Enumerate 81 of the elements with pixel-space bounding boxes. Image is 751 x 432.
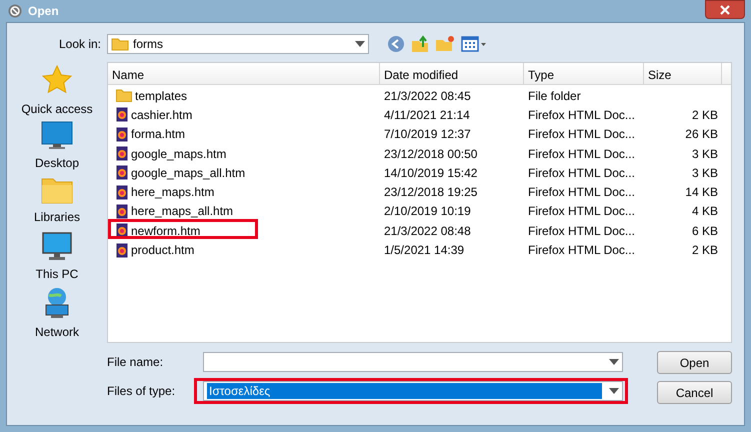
dialog-button[interactable]: Cancel <box>657 381 732 404</box>
type-cell-text: File folder <box>527 88 582 105</box>
file-name[interactable]: forma.htm <box>131 125 186 144</box>
file-icon <box>116 165 128 180</box>
sidebar-label: Desktop <box>34 154 80 172</box>
column-header[interactable]: Type <box>524 63 644 84</box>
new-folder-icon[interactable] <box>435 35 455 53</box>
sidebar-label: Network <box>34 324 79 342</box>
sidebar-item[interactable]: Quick access <box>21 64 93 120</box>
size-cell-text: 6 KB <box>690 222 719 240</box>
file-icon <box>116 126 128 142</box>
up-folder-icon[interactable] <box>411 35 429 53</box>
sidebar-item[interactable]: Desktop <box>34 120 80 176</box>
size-cell-text: 3 KB <box>690 164 719 182</box>
sidebar-label: Quick access <box>21 101 93 118</box>
file-name[interactable]: google_maps_all.htm <box>131 164 246 182</box>
computer-icon <box>41 231 73 262</box>
star-icon <box>40 64 73 96</box>
file-name[interactable]: here_maps.htm <box>131 183 214 202</box>
sidebar-item[interactable]: Libraries <box>34 176 80 232</box>
file-name[interactable]: newform.htm <box>131 222 200 240</box>
sidebar-item[interactable]: Network <box>34 287 79 343</box>
view-menu-icon[interactable] <box>461 36 487 52</box>
file-name-label: File name: <box>107 354 164 371</box>
close-button[interactable] <box>705 0 745 19</box>
column-header[interactable]: Size <box>644 63 722 84</box>
type-cell-text: Firefox HTML Doc... <box>527 222 636 240</box>
sidebar-label: This PC <box>36 266 78 284</box>
back-icon[interactable] <box>387 35 405 53</box>
folder-icon <box>41 176 73 204</box>
type-cell-text: Firefox HTML Doc... <box>527 203 636 220</box>
date-cell-text: 14/10/2019 15:42 <box>383 164 478 182</box>
window-title: Open <box>28 3 59 20</box>
size-cell-text: 3 KB <box>690 146 719 163</box>
app-icon <box>8 4 22 18</box>
file-name[interactable]: templates <box>135 86 188 105</box>
type-cell-text: Firefox HTML Doc... <box>527 164 636 182</box>
file-icon <box>116 107 128 122</box>
type-cell-text: Firefox HTML Doc... <box>527 106 636 124</box>
size-cell-text: 14 KB <box>684 184 719 202</box>
date-cell-text: 7/10/2019 12:37 <box>383 126 472 144</box>
file-icon <box>116 146 128 162</box>
look-in-dropdown[interactable]: forms <box>107 34 369 54</box>
file-name[interactable]: here_maps_all.htm <box>131 202 234 220</box>
caret-icon <box>609 388 619 394</box>
size-cell-text: 2 KB <box>690 242 719 260</box>
caret-icon <box>355 41 365 47</box>
date-cell-text: 23/12/2018 00:50 <box>383 146 478 163</box>
caret-icon <box>609 359 619 365</box>
file-icon <box>116 204 128 219</box>
date-cell-text: 1/5/2021 14:39 <box>383 242 466 260</box>
date-cell-text: 4/11/2021 21:14 <box>383 106 471 124</box>
folder-icon <box>116 89 132 102</box>
date-cell-text: 23/12/2018 19:25 <box>383 184 478 202</box>
sidebar-item[interactable]: This PC <box>36 231 78 288</box>
type-cell-text: Firefox HTML Doc... <box>527 146 636 163</box>
size-cell-text: 2 KB <box>690 106 719 124</box>
sidebar-label: Libraries <box>34 208 80 226</box>
size-cell-text: 26 KB <box>684 126 719 144</box>
type-cell-text: Firefox HTML Doc... <box>527 126 636 144</box>
type-cell-text: Firefox HTML Doc... <box>527 184 636 202</box>
desktop-icon <box>41 120 73 150</box>
column-header[interactable]: Name <box>108 63 380 84</box>
date-cell-text: 2/10/2019 10:19 <box>383 203 472 220</box>
file-icon <box>116 242 128 258</box>
close-icon <box>720 4 730 14</box>
dialog-button[interactable]: Open <box>657 351 732 374</box>
file-name-field[interactable] <box>203 352 623 372</box>
date-cell-text: 21/3/2022 08:48 <box>383 222 472 240</box>
file-name[interactable]: google_maps.htm <box>131 144 226 163</box>
column-header[interactable]: Date modified <box>380 63 524 84</box>
file-name[interactable]: product.htm <box>131 241 194 260</box>
file-icon <box>116 184 128 200</box>
file-name[interactable]: cashier.htm <box>131 106 192 124</box>
folder-icon <box>111 37 129 51</box>
look-in-label: Look in: <box>58 36 102 53</box>
type-cell-text: Firefox HTML Doc... <box>527 242 636 260</box>
size-cell-text: 4 KB <box>690 203 719 220</box>
file-icon <box>116 223 128 238</box>
file-type-label: Files of type: <box>107 383 176 400</box>
date-cell-text: 21/3/2022 08:45 <box>383 88 472 105</box>
